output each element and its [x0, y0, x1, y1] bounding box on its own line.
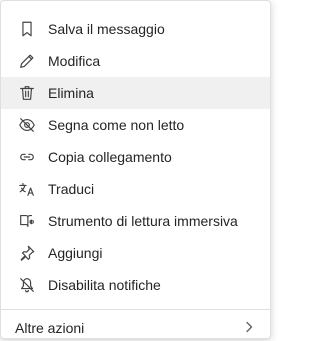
menu-item-copy-link[interactable]: Copia collegamento	[1, 141, 270, 173]
menu-item-label: Strumento di lettura immersiva	[48, 213, 238, 229]
menu-item-edit[interactable]: Modifica	[1, 45, 270, 77]
more-actions-label: Altre azioni	[15, 320, 85, 336]
menu-item-label: Salva il messaggio	[48, 21, 165, 37]
eye-off-icon	[17, 115, 37, 135]
menu-item-label: Disabilita notifiche	[48, 277, 161, 293]
more-actions-button[interactable]: Altre azioni	[1, 310, 270, 338]
bell-off-icon	[17, 275, 37, 295]
menu-item-label: Elimina	[48, 85, 94, 101]
pencil-icon	[17, 51, 37, 71]
menu-item-pin[interactable]: Aggiungi	[1, 237, 270, 269]
menu-item-mute-notifications[interactable]: Disabilita notifiche	[1, 269, 270, 301]
menu-item-immersive-reader[interactable]: Strumento di lettura immersiva	[1, 205, 270, 237]
menu-item-label: Copia collegamento	[48, 149, 172, 165]
immersive-reader-icon	[17, 211, 37, 231]
menu-item-delete[interactable]: Elimina	[1, 77, 270, 109]
menu-item-mark-unread[interactable]: Segna come non letto	[1, 109, 270, 141]
link-icon	[17, 147, 37, 167]
translate-icon	[17, 179, 37, 199]
chevron-right-icon	[242, 320, 256, 337]
pin-icon	[17, 243, 37, 263]
menu-item-label: Segna come non letto	[48, 117, 185, 133]
menu-item-label: Aggiungi	[48, 245, 103, 261]
menu-item-label: Modifica	[48, 53, 101, 69]
menu-item-label: Traduci	[48, 181, 95, 197]
message-context-menu: Salva il messaggio Modifica Elimina Segn…	[0, 0, 271, 339]
menu-item-save-message[interactable]: Salva il messaggio	[1, 13, 270, 45]
menu-item-translate[interactable]: Traduci	[1, 173, 270, 205]
bookmark-icon	[17, 19, 37, 39]
trash-icon	[17, 83, 37, 103]
menu-items: Salva il messaggio Modifica Elimina Segn…	[1, 1, 270, 301]
